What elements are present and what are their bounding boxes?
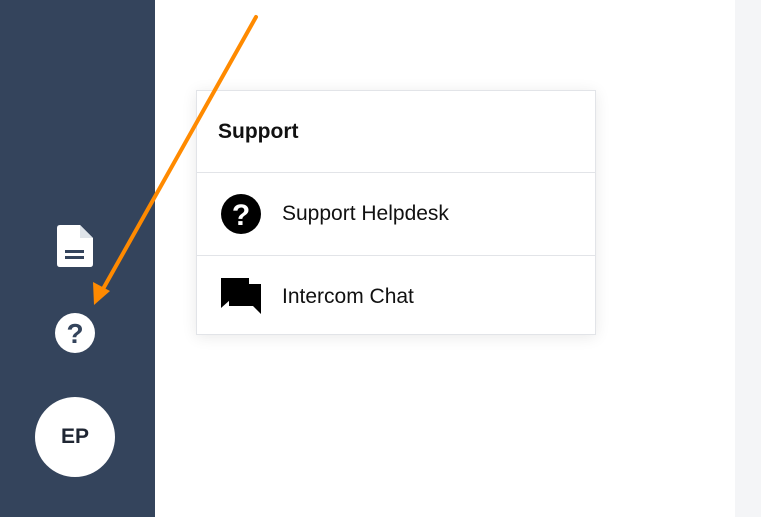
document-icon[interactable] bbox=[57, 225, 93, 267]
right-panel-edge bbox=[735, 0, 761, 517]
help-circle-icon[interactable]: ? bbox=[54, 312, 96, 354]
user-avatar[interactable]: EP bbox=[35, 397, 115, 477]
support-helpdesk-item[interactable]: ? Support Helpdesk bbox=[197, 173, 595, 255]
sidebar: ? EP bbox=[0, 0, 155, 517]
app-page: ? EP Support ? Support Helpdesk Intercom… bbox=[0, 0, 761, 517]
intercom-chat-item[interactable]: Intercom Chat bbox=[197, 255, 595, 337]
chat-bubbles-icon bbox=[221, 277, 261, 314]
support-menu-title: Support bbox=[218, 119, 299, 143]
intercom-chat-label: Intercom Chat bbox=[282, 284, 414, 308]
question-circle-icon: ? bbox=[221, 194, 261, 234]
support-menu: Support ? Support Helpdesk Intercom Chat bbox=[196, 90, 596, 335]
support-helpdesk-label: Support Helpdesk bbox=[282, 202, 449, 225]
svg-text:?: ? bbox=[232, 199, 250, 232]
support-menu-header: Support bbox=[197, 91, 595, 173]
svg-text:?: ? bbox=[66, 318, 83, 349]
